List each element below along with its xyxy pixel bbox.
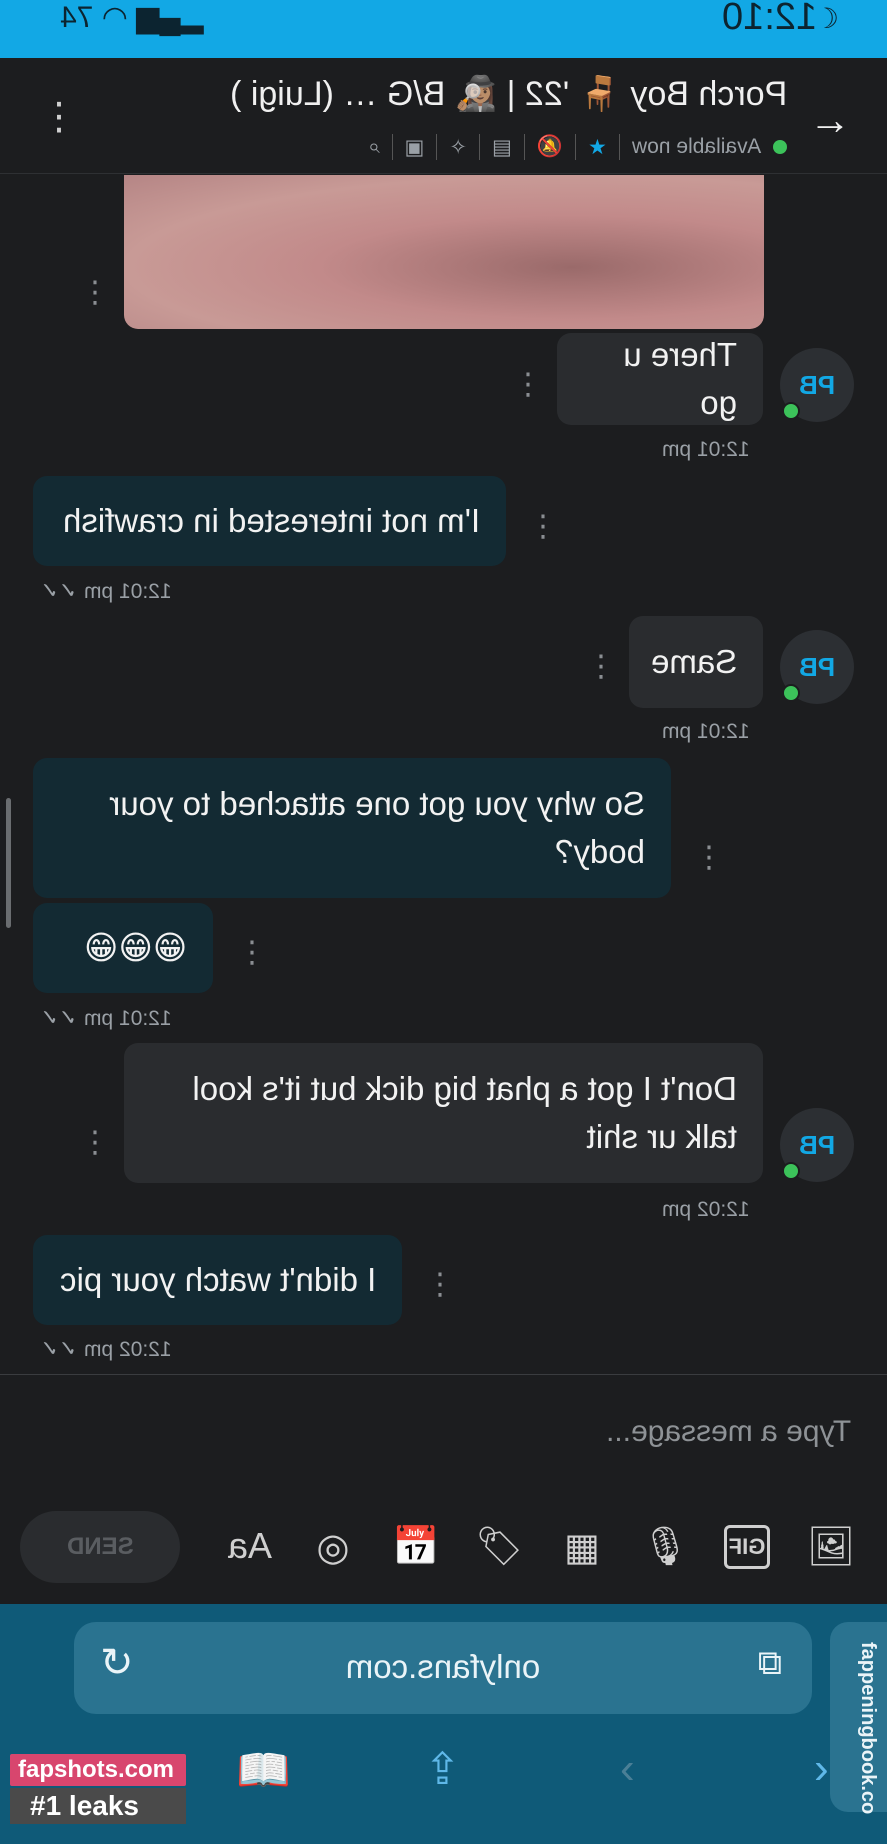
message-text: There u go — [623, 336, 737, 421]
chat-title[interactable]: Porch Boy 🪑 '22 | 🕵🏽‍♀️ B/G … (Luigi ) — [230, 74, 787, 114]
bookmarks-icon[interactable]: 📖 — [236, 1744, 291, 1796]
send-button[interactable]: SEND — [20, 1511, 180, 1583]
image-upload-icon[interactable]: 🖼 — [807, 1525, 855, 1569]
pin-icon[interactable]: ✧ — [449, 135, 467, 160]
message-text: Same — [650, 643, 737, 680]
message-time: 12:02 pm — [84, 1338, 172, 1361]
online-indicator — [773, 140, 787, 154]
notes-icon[interactable]: ▤ — [492, 135, 512, 160]
extensions-icon[interactable]: ⧉ — [758, 1644, 782, 1683]
wifi-icon: ◠ — [101, 1, 128, 34]
message-emoji: 😁😁😁 — [83, 929, 187, 966]
incoming-message[interactable]: I didn't watch your pic — [33, 1235, 402, 1325]
message-options-icon[interactable]: ⋮ — [80, 1128, 110, 1158]
address-bar[interactable]: ↻ onlyfans.com ⧉ — [74, 1622, 812, 1714]
message-text: I didn't watch your pic — [59, 1261, 376, 1298]
quiz-icon[interactable]: ◎ — [309, 1525, 357, 1570]
blurred-photo-message[interactable] — [124, 175, 764, 329]
message-options-icon[interactable]: ⋮ — [237, 938, 267, 968]
incoming-emoji-message[interactable]: 😁😁😁 — [33, 903, 213, 993]
message-time: 12:01 pm — [84, 1007, 172, 1030]
read-ticks-icon: ✓✓ — [40, 1336, 77, 1361]
outgoing-message[interactable]: Don't I got a phat big dick but it's koo… — [124, 1043, 763, 1183]
battery-level: 74 — [60, 1, 94, 34]
message-options-icon[interactable]: ⋮ — [586, 652, 616, 682]
vault-icon[interactable]: ▦ — [558, 1525, 606, 1570]
scrollbar[interactable] — [6, 798, 11, 928]
star-icon[interactable]: ★ — [588, 135, 607, 160]
message-text: So why you got one attached to your body… — [109, 785, 645, 870]
header-subbar: ⌕ ▣ ✧ ▤ 🔕 ★ Available now — [368, 134, 787, 160]
search-icon[interactable]: ⌕ — [368, 135, 380, 159]
message-time: 12:01 pm — [662, 720, 750, 743]
back-arrow-icon[interactable]: → — [809, 96, 851, 144]
status-bar: ▂▄▆ ◠ 74 ☾ 12:10 — [0, 0, 887, 58]
message-input[interactable]: Type a message... — [606, 1415, 851, 1449]
share-icon[interactable]: ⇪ — [424, 1744, 461, 1795]
message-time: 12:01 pm — [84, 580, 172, 603]
message-text: Don't I got a phat big dick but it's koo… — [192, 1070, 737, 1155]
status-icons: ▂▄▆ ◠ 74 — [60, 0, 204, 35]
outgoing-message[interactable]: There u go — [557, 333, 763, 425]
avatar[interactable]: PB — [780, 1108, 854, 1182]
message-options-icon[interactable]: ⋮ — [513, 370, 543, 400]
avatar[interactable]: PB — [780, 348, 854, 422]
schedule-icon[interactable]: 📅 — [392, 1525, 440, 1569]
message-time: 12:01 pm — [662, 438, 750, 461]
forward-icon[interactable]: › — [814, 1744, 829, 1794]
availability-status: Available now — [631, 135, 761, 158]
message-options-icon[interactable]: ⋮ — [80, 278, 110, 308]
message-time: 12:02 pm — [662, 1198, 750, 1221]
chat-header: ⋮ Porch Boy 🪑 '22 | 🕵🏽‍♀️ B/G … (Luigi )… — [0, 58, 887, 174]
watermark: fapshots.com #1 leaks — [10, 1754, 186, 1824]
back-icon[interactable]: ‹ — [620, 1744, 635, 1794]
outgoing-message[interactable]: Same — [629, 616, 763, 708]
microphone-icon[interactable]: 🎙 — [641, 1525, 689, 1569]
mute-icon[interactable]: 🔕 — [537, 135, 563, 159]
incoming-message[interactable]: So why you got one attached to your body… — [33, 758, 671, 898]
message-options-icon[interactable]: ⋮ — [528, 512, 558, 542]
read-ticks-icon: ✓✓ — [40, 1005, 77, 1030]
message-options-icon[interactable]: ⋮ — [425, 1270, 455, 1300]
avatar[interactable]: PB — [780, 630, 854, 704]
read-ticks-icon: ✓✓ — [40, 578, 77, 603]
more-options-icon[interactable]: ⋮ — [40, 94, 78, 139]
message-options-icon[interactable]: ⋮ — [694, 843, 724, 873]
adjacent-tab[interactable]: fappeningbook.co — [830, 1622, 887, 1814]
message-composer: Type a message... SEND Aa ◎ 📅 🏷 ▦ 🎙 GIF … — [0, 1374, 887, 1604]
incoming-message[interactable]: I'm not interested in crawfish — [33, 476, 506, 566]
signal-icon: ▂▄▆ — [136, 1, 204, 34]
message-text: I'm not interested in crawfish — [62, 502, 480, 539]
moon-icon: ☾ — [813, 3, 839, 34]
url-text[interactable]: onlyfans.com — [74, 1648, 812, 1686]
media-icon[interactable]: ▣ — [405, 135, 425, 160]
gif-icon[interactable]: GIF — [724, 1525, 770, 1569]
status-time: 12:10 — [721, 0, 817, 38]
price-tag-icon[interactable]: 🏷 — [475, 1525, 523, 1569]
text-format-icon[interactable]: Aa — [226, 1525, 274, 1567]
